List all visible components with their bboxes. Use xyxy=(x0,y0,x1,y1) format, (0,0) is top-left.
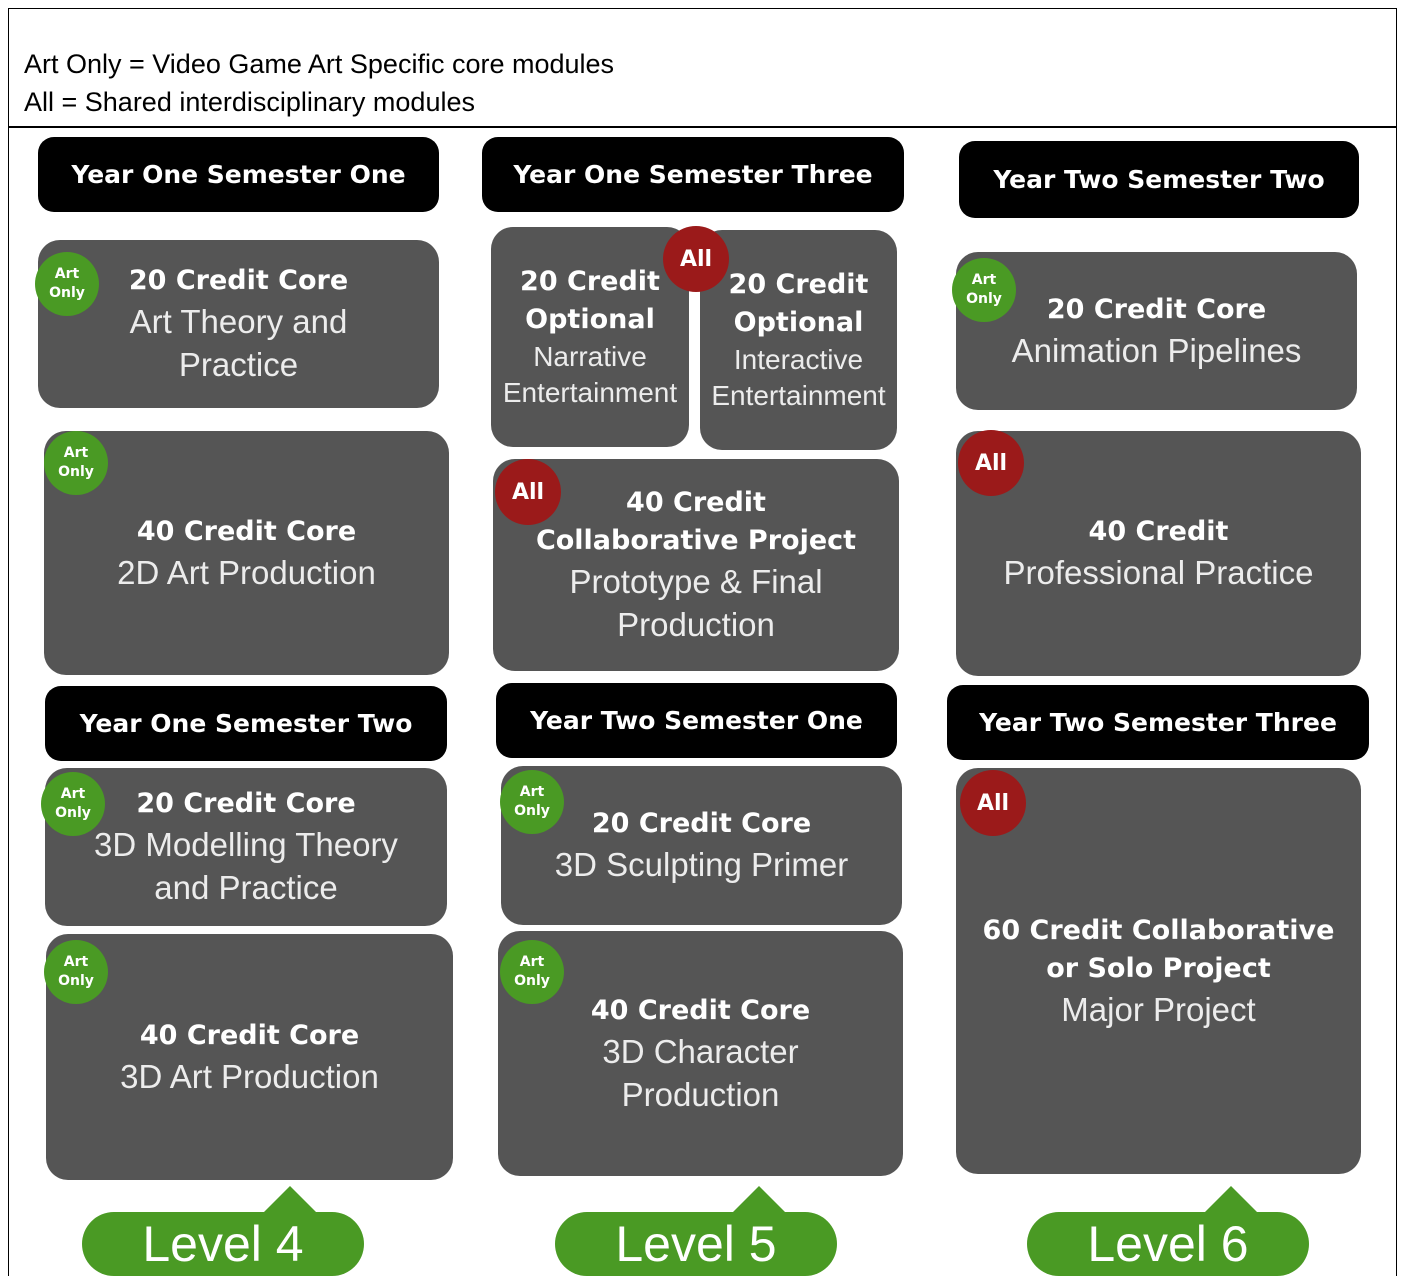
level-pointer xyxy=(1203,1186,1259,1214)
all-badge: All xyxy=(958,430,1024,496)
level-5-label: Level 5 xyxy=(555,1186,837,1276)
module-credit: 20 Credit xyxy=(728,269,869,300)
module-credit: 20 Credit xyxy=(520,266,660,297)
module-title: Production xyxy=(621,1075,780,1113)
all-badge: All xyxy=(495,459,561,525)
module-narrative: 20 Credit Optional Narrative Entertainme… xyxy=(491,227,689,447)
module-3d-modelling: 20 Credit Core 3D Modelling Theory and P… xyxy=(45,768,447,926)
module-credit: 20 Credit Core xyxy=(591,808,812,839)
art-only-badge: Art Only xyxy=(41,772,105,836)
semester-header-y1s3: Year One Semester Three xyxy=(482,137,904,212)
semester-header-y2s1: Year Two Semester One xyxy=(496,683,897,758)
module-title: Art Theory and xyxy=(129,303,348,340)
semester-header-y2s2: Year Two Semester Two xyxy=(959,141,1359,218)
semester-header-y1s1: Year One Semester One xyxy=(38,137,439,212)
module-type: Optional xyxy=(733,307,864,338)
module-credit: 40 Credit xyxy=(626,487,766,518)
level-pointer xyxy=(731,1186,787,1214)
module-credit: 40 Credit Core xyxy=(590,994,811,1026)
module-credit: 40 Credit xyxy=(1088,516,1229,547)
art-only-badge: Art Only xyxy=(952,258,1016,322)
legend-art-only: Art Only = Video Game Art Specific core … xyxy=(24,49,615,79)
all-badge: All xyxy=(960,770,1026,836)
module-title: Prototype & Final xyxy=(569,563,823,600)
module-credit: 20 Credit Core xyxy=(1046,293,1267,325)
module-art-theory: 20 Credit Core Art Theory and Practice xyxy=(38,240,439,408)
module-credit: 20 Credit Core xyxy=(128,265,349,296)
module-title: Professional Practice xyxy=(1003,554,1314,591)
art-only-badge: Art Only xyxy=(44,431,108,495)
module-title: 3D Sculpting Primer xyxy=(554,846,849,883)
module-credit: 20 Credit Core xyxy=(136,788,356,819)
art-only-badge: Art Only xyxy=(44,940,108,1004)
semester-header-y2s3: Year Two Semester Three xyxy=(947,685,1369,760)
module-interactive: 20 Credit Optional Interactive Entertain… xyxy=(700,230,897,450)
module-credit: 40 Credit Core xyxy=(139,1019,360,1051)
module-title: 3D Character xyxy=(602,1032,799,1070)
level-4-label: Level 4 xyxy=(82,1186,364,1276)
legend-all: All = Shared interdisciplinary modules xyxy=(24,87,475,117)
module-title: Production xyxy=(617,606,775,643)
art-only-badge: Art Only xyxy=(500,770,564,834)
module-credit: 40 Credit Core xyxy=(136,515,357,547)
art-only-badge: Art Only xyxy=(35,252,99,316)
module-title: 3D Modelling Theory xyxy=(94,826,398,863)
legend-divider xyxy=(8,126,1397,128)
module-title: Entertainment xyxy=(502,377,678,408)
module-title: Practice xyxy=(178,346,299,383)
module-animation: 20 Credit Core Animation Pipelines xyxy=(956,252,1357,410)
module-type: Collaborative Project xyxy=(535,525,857,556)
level-pointer xyxy=(262,1186,318,1214)
module-title: Narrative xyxy=(533,341,647,372)
semester-header-y1s2: Year One Semester Two xyxy=(45,686,447,761)
module-major-project: 60 Credit Collaborative or Solo Project … xyxy=(956,768,1361,1174)
module-title: Interactive xyxy=(733,344,864,375)
module-title: 2D Art Production xyxy=(117,553,376,591)
art-only-badge: Art Only xyxy=(500,940,564,1004)
level-6-label: Level 6 xyxy=(1027,1186,1309,1276)
module-type: Optional xyxy=(525,304,655,335)
module-title: Major Project xyxy=(1061,990,1256,1028)
module-title: Animation Pipelines xyxy=(1011,331,1302,369)
module-credit: 60 Credit Collaborative xyxy=(982,914,1335,946)
module-type: or Solo Project xyxy=(1046,952,1271,984)
module-title: Entertainment xyxy=(711,380,886,411)
module-title: and Practice xyxy=(154,869,338,906)
module-title: 3D Art Production xyxy=(120,1057,379,1095)
all-badge: All xyxy=(663,226,729,292)
